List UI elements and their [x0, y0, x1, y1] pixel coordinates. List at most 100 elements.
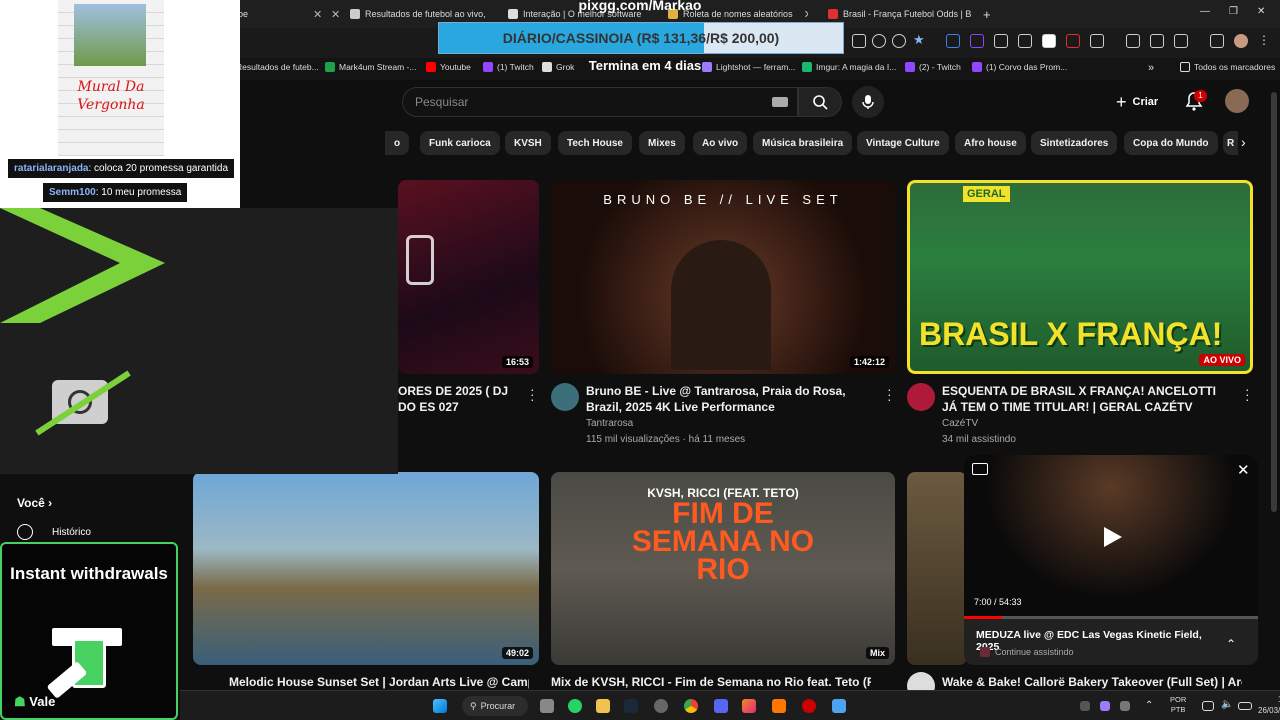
video-title[interactable]: Wake & Bake! Callorë Bakery Takeover (Fu…: [942, 674, 1242, 690]
network-icon[interactable]: [1202, 701, 1214, 711]
extension-icon[interactable]: [946, 34, 960, 48]
download-icon[interactable]: [1126, 34, 1140, 48]
voice-search-button[interactable]: [852, 86, 884, 118]
taskbar-search[interactable]: ⚲ Procurar: [462, 696, 528, 716]
battery-icon[interactable]: [1238, 702, 1252, 710]
video-title[interactable]: Bruno BE - Live @ Tantrarosa, Praia do R…: [586, 383, 876, 415]
more-options-icon[interactable]: · · ·: [1245, 382, 1250, 406]
video-title[interactable]: ESQUENTA DE BRASIL X FRANÇA! ANCELOTTI J…: [942, 383, 1232, 415]
bookmark-item[interactable]: Grok: [542, 62, 574, 72]
expand-icon[interactable]: [972, 463, 988, 475]
video-thumbnail[interactable]: GERAL BRASIL X FRANÇA! AO VIVO: [907, 180, 1253, 374]
bookmark-item[interactable]: (1) Twitch: [483, 62, 534, 72]
menu-kebab-icon[interactable]: ⋮: [1258, 33, 1270, 47]
chevron-up-icon[interactable]: ⌃: [1226, 637, 1236, 651]
chip[interactable]: Copa do Mundo: [1124, 131, 1218, 155]
video-thumbnail[interactable]: KVSH, RICCI (FEAT. TETO) FIM DE SEMANA N…: [551, 472, 895, 665]
close-icon[interactable]: ✕: [1237, 461, 1250, 479]
bookmark-item[interactable]: Lightshot — ferram...: [702, 62, 795, 72]
keyboard-icon[interactable]: [772, 97, 788, 107]
chip[interactable]: Vintage Culture: [857, 131, 949, 155]
bookmarks-overflow-icon[interactable]: »: [1148, 62, 1154, 74]
channel-avatar[interactable]: [907, 383, 935, 411]
cast-icon[interactable]: [1174, 34, 1188, 48]
tray-icon[interactable]: [1120, 701, 1130, 711]
zoom-icon[interactable]: [872, 34, 886, 48]
discord-icon[interactable]: [714, 699, 728, 713]
minimize-icon[interactable]: —: [1200, 6, 1210, 17]
bookmark-star-icon[interactable]: ★: [913, 32, 925, 48]
video-thumbnail[interactable]: BRUNO BE // LIVE SET 1:42:12: [551, 180, 895, 374]
extension-icon[interactable]: [1042, 34, 1056, 48]
video-title[interactable]: ORES DE 2025 ( DJ DO ES 027: [398, 383, 520, 415]
tab-youtube[interactable]: be ✕: [238, 4, 322, 24]
chip[interactable]: R: [1223, 131, 1239, 155]
volume-icon[interactable]: 🔈: [1221, 699, 1233, 710]
video-title[interactable]: Mix de KVSH, RICCI - Fim de Semana no Ri…: [551, 674, 871, 690]
channel-name[interactable]: CazéTV: [942, 416, 978, 432]
extension-icon[interactable]: [852, 34, 866, 48]
close-icon[interactable]: ✕: [804, 8, 808, 21]
extensions-puzzle-icon[interactable]: [1090, 34, 1104, 48]
eye-off-icon[interactable]: [892, 34, 906, 48]
close-window-icon[interactable]: ✕: [1257, 6, 1265, 17]
bookmark-item[interactable]: Imgur: A magia da I...: [802, 62, 896, 72]
clock[interactable]: 13:3826/03/2026: [1258, 694, 1280, 716]
extension-icon[interactable]: [994, 34, 1008, 48]
bookmark-item[interactable]: Resultados de futeb...: [236, 62, 319, 72]
chip[interactable]: Sintetizadores: [1031, 131, 1118, 155]
channel-name[interactable]: Tantrarosa: [586, 416, 633, 432]
tray-icon[interactable]: [1100, 701, 1110, 711]
chip[interactable]: Mixes: [639, 131, 685, 155]
channel-avatar[interactable]: [551, 383, 579, 411]
language-indicator[interactable]: POR PTB: [1170, 695, 1186, 715]
close-icon[interactable]: ✕: [313, 8, 322, 21]
chip[interactable]: Ao vivo: [693, 131, 748, 155]
video-title[interactable]: Melodic House Sunset Set | Jordan Arts L…: [229, 674, 529, 690]
create-button[interactable]: + Criar: [1116, 89, 1158, 115]
avatar[interactable]: [1225, 89, 1249, 113]
restore-icon[interactable]: ❐: [1229, 6, 1238, 17]
chip[interactable]: Tech House: [558, 131, 632, 155]
sidebar-you[interactable]: Você ›: [17, 496, 52, 510]
profile-avatar[interactable]: [1234, 34, 1248, 48]
more-options-icon[interactable]: · · ·: [530, 382, 535, 406]
search-button[interactable]: [798, 87, 842, 117]
tab-brasil-franca[interactable]: Brasil - França Futebol Odds | B: [828, 4, 978, 24]
bookmark-item[interactable]: (2) - Twitch: [905, 62, 961, 72]
tray-icon[interactable]: [1080, 701, 1090, 711]
bookmark-item[interactable]: Youtube: [426, 62, 471, 72]
chrome-icon[interactable]: [684, 699, 698, 713]
steam-icon[interactable]: [624, 699, 638, 713]
new-tab-button[interactable]: +: [983, 4, 991, 24]
app-icon[interactable]: [802, 699, 816, 713]
tab-resultados[interactable]: Resultados de futebol ao vivo,: [350, 4, 500, 24]
chip[interactable]: o: [385, 131, 410, 155]
task-view-icon[interactable]: [540, 699, 554, 713]
chevron-up-icon[interactable]: ⌃: [1145, 700, 1153, 711]
bookmark-item[interactable]: (1) Corvo das Prom...: [972, 62, 1067, 72]
extension-icon[interactable]: [1066, 34, 1080, 48]
video-thumbnail[interactable]: 49:02: [193, 472, 539, 665]
scrollbar[interactable]: [1271, 92, 1277, 512]
play-icon[interactable]: [1102, 525, 1124, 549]
windows-start-icon[interactable]: [433, 699, 447, 713]
search-input[interactable]: Pesquisar: [402, 87, 798, 117]
all-bookmarks-folder[interactable]: Todos os marcadores: [1180, 62, 1275, 72]
twitch-extension-icon[interactable]: [970, 34, 984, 48]
more-options-icon[interactable]: · · ·: [887, 382, 892, 406]
chip[interactable]: KVSH: [505, 131, 551, 155]
chip[interactable]: Música brasileira: [753, 131, 853, 155]
file-explorer-icon[interactable]: [596, 699, 610, 713]
bookmark-item[interactable]: Mark4um Stream -...: [325, 62, 416, 72]
chevron-right-icon[interactable]: ›: [1241, 134, 1246, 150]
video-thumbnail[interactable]: 16:53: [398, 180, 539, 374]
sidebar-item-history[interactable]: Histórico: [52, 527, 91, 538]
soundcloud-icon[interactable]: [772, 699, 786, 713]
extension-icon[interactable]: [1018, 34, 1032, 48]
chip[interactable]: Funk carioca: [420, 131, 500, 155]
chip[interactable]: Afro house: [955, 131, 1026, 155]
media-icon[interactable]: [1210, 34, 1224, 48]
instagram-icon[interactable]: [742, 699, 756, 713]
close-icon[interactable]: ✕: [325, 4, 340, 24]
